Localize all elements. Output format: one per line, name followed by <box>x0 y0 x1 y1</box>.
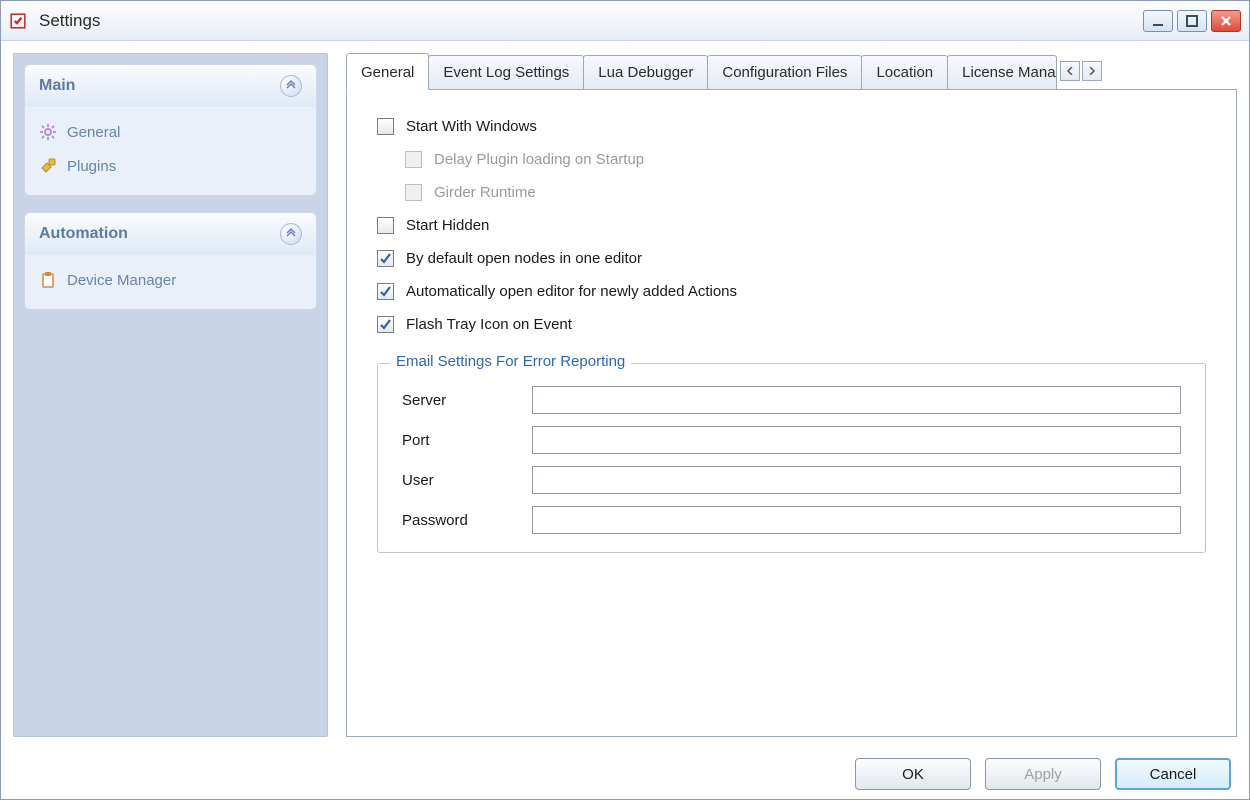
titlebar: Settings <box>1 1 1249 41</box>
port-input[interactable] <box>532 426 1181 454</box>
tab-location[interactable]: Location <box>861 55 948 89</box>
tab-license-manager[interactable]: License Manager <box>947 55 1057 89</box>
settings-window: Settings Main General <box>0 0 1250 800</box>
password-label: Password <box>402 512 532 529</box>
dialog-footer: OK Apply Cancel <box>1 749 1249 799</box>
checkbox-row-start-hidden: Start Hidden <box>377 217 1206 234</box>
tab-strip: General Event Log Settings Lua Debugger … <box>346 53 1237 89</box>
maximize-button[interactable] <box>1177 10 1207 32</box>
checkbox-start-with-windows[interactable] <box>377 118 394 135</box>
group-title: Automation <box>39 225 128 243</box>
apply-button[interactable]: Apply <box>985 758 1101 790</box>
sidebar-item-general[interactable]: General <box>29 115 312 149</box>
minimize-button[interactable] <box>1143 10 1173 32</box>
checkbox-row-flash-tray: Flash Tray Icon on Event <box>377 316 1206 333</box>
checkbox-label: Automatically open editor for newly adde… <box>406 283 737 300</box>
checkbox-label: By default open nodes in one editor <box>406 250 642 267</box>
user-label: User <box>402 472 532 489</box>
checkbox-row-auto-open-editor: Automatically open editor for newly adde… <box>377 283 1206 300</box>
chevron-up-icon[interactable] <box>280 223 302 245</box>
checkbox-label: Delay Plugin loading on Startup <box>434 151 644 168</box>
tab-label: General <box>361 64 414 81</box>
plugin-icon <box>39 157 57 175</box>
close-button[interactable] <box>1211 10 1241 32</box>
checkbox-auto-open-editor[interactable] <box>377 283 394 300</box>
ok-button[interactable]: OK <box>855 758 971 790</box>
group-title: Main <box>39 77 75 95</box>
checkbox-label: Start With Windows <box>406 118 537 135</box>
main-panel: General Event Log Settings Lua Debugger … <box>346 53 1237 737</box>
checkbox-start-hidden[interactable] <box>377 217 394 234</box>
group-header-automation[interactable]: Automation <box>25 213 316 255</box>
gear-icon <box>39 123 57 141</box>
side-group-automation: Automation Device Manager <box>24 212 317 310</box>
server-label: Server <box>402 392 532 409</box>
tab-label: Location <box>876 64 933 81</box>
checkbox-label: Flash Tray Icon on Event <box>406 316 572 333</box>
checkbox-row-delay-plugin: Delay Plugin loading on Startup <box>405 151 1206 168</box>
checkbox-label: Start Hidden <box>406 217 489 234</box>
tab-event-log-settings[interactable]: Event Log Settings <box>428 55 584 89</box>
email-settings-group: Email Settings For Error Reporting Serve… <box>377 363 1206 553</box>
checkbox-delay-plugin <box>405 151 422 168</box>
fieldset-legend: Email Settings For Error Reporting <box>390 353 631 370</box>
chevron-up-icon[interactable] <box>280 75 302 97</box>
tab-label: Lua Debugger <box>598 64 693 81</box>
window-title: Settings <box>39 11 100 31</box>
password-input[interactable] <box>532 506 1181 534</box>
sidebar-item-label: Device Manager <box>67 272 176 289</box>
checkbox-open-one-editor[interactable] <box>377 250 394 267</box>
user-input[interactable] <box>532 466 1181 494</box>
sidebar-item-label: General <box>67 124 120 141</box>
checkbox-flash-tray[interactable] <box>377 316 394 333</box>
tab-panel-general: Start With Windows Delay Plugin loading … <box>346 89 1237 737</box>
side-group-main: Main General Plugins <box>24 64 317 196</box>
checkbox-row-girder-runtime: Girder Runtime <box>405 184 1206 201</box>
side-pane: Main General Plugins Automation <box>13 53 328 737</box>
tab-general[interactable]: General <box>346 53 429 90</box>
checkbox-row-start-with-windows: Start With Windows <box>377 118 1206 135</box>
cancel-button[interactable]: Cancel <box>1115 758 1231 790</box>
tab-label: Configuration Files <box>722 64 847 81</box>
group-header-main[interactable]: Main <box>25 65 316 107</box>
checkbox-row-open-one-editor: By default open nodes in one editor <box>377 250 1206 267</box>
tab-label: License Manager <box>962 64 1057 81</box>
tab-scroll-right[interactable] <box>1082 61 1102 81</box>
sidebar-item-label: Plugins <box>67 158 116 175</box>
sidebar-item-device-manager[interactable]: Device Manager <box>29 263 312 297</box>
clipboard-icon <box>39 271 57 289</box>
tab-label: Event Log Settings <box>443 64 569 81</box>
app-icon <box>9 12 27 30</box>
checkbox-girder-runtime <box>405 184 422 201</box>
tab-lua-debugger[interactable]: Lua Debugger <box>583 55 708 89</box>
server-input[interactable] <box>532 386 1181 414</box>
port-label: Port <box>402 432 532 449</box>
checkbox-label: Girder Runtime <box>434 184 536 201</box>
tab-scroll-left[interactable] <box>1060 61 1080 81</box>
sidebar-item-plugins[interactable]: Plugins <box>29 149 312 183</box>
tab-configuration-files[interactable]: Configuration Files <box>707 55 862 89</box>
client-area: Main General Plugins Automation <box>1 41 1249 749</box>
